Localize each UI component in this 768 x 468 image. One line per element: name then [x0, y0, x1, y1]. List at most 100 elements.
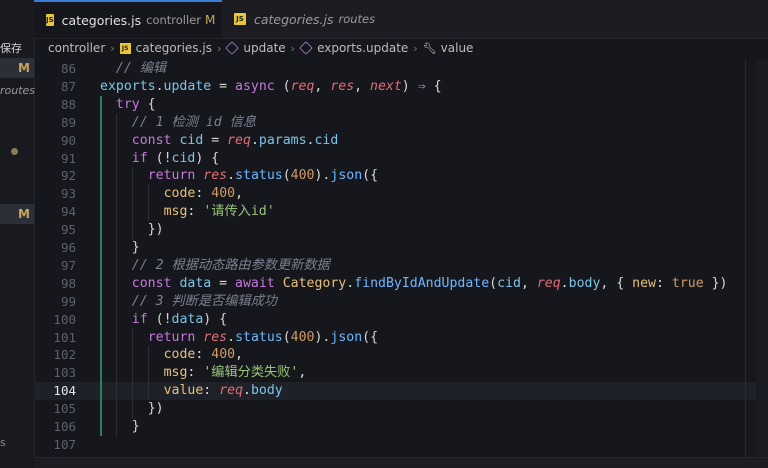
breadcrumb-item-symbol[interactable]: update	[243, 41, 285, 55]
code-line[interactable]: 95})	[34, 221, 768, 239]
code-token: ,	[354, 78, 371, 94]
line-number: 97	[60, 257, 76, 273]
code-token: .	[560, 275, 569, 291]
indent-guide	[115, 113, 117, 436]
code-token: json	[330, 168, 363, 184]
code-line[interactable]: 100 if (!data) {	[34, 311, 768, 329]
code-text: return res.status(400).json({	[148, 167, 378, 185]
minimap-divider	[745, 60, 746, 460]
code-token: // 1 检测 id 信息	[131, 114, 257, 130]
code-token: return	[147, 168, 196, 184]
symbol-cube-icon	[225, 41, 240, 55]
code-token: req	[536, 275, 561, 291]
code-token: req	[290, 78, 315, 94]
breadcrumb-item-property[interactable]: value	[441, 41, 474, 55]
chevron-right-icon: ›	[413, 41, 418, 55]
code-token: {	[139, 96, 156, 112]
code-line[interactable]: 92 return res.status(400).json({	[34, 167, 768, 185]
code-token: req	[227, 132, 251, 148]
code-line[interactable]: 106}	[34, 418, 768, 436]
horizontal-scrollbar[interactable]	[34, 457, 768, 468]
code-token: findByIdAndUpdate	[354, 275, 490, 291]
code-token: body	[250, 383, 283, 399]
line-number: 100	[53, 311, 76, 327]
line-number: 90	[60, 132, 76, 148]
code-line[interactable]: 102 code: 400,	[34, 346, 768, 364]
code-token: ,	[520, 275, 537, 291]
code-line[interactable]: 88 try {	[34, 96, 768, 114]
code-token: cid	[497, 275, 521, 291]
code-token: if	[131, 150, 148, 166]
code-token: ({	[362, 329, 379, 345]
breadcrumb-item-folder[interactable]: controller	[48, 41, 105, 55]
line-number: 104	[53, 383, 76, 399]
code-token: (!	[147, 311, 172, 327]
code-line[interactable]: 103 msg: '编辑分类失败',	[34, 364, 768, 382]
code-token: (!	[147, 150, 172, 166]
sidebar-file-row-2[interactable]: M	[0, 204, 34, 224]
code-token: update	[163, 78, 212, 94]
code-text: const data = await Category.findByIdAndU…	[132, 275, 728, 293]
code-line[interactable]: 96}	[34, 239, 768, 257]
code-line[interactable]: 97 // 2 根据动态路由参数更新数据	[34, 257, 768, 275]
code-line[interactable]: 101 return res.status(400).json({	[34, 329, 768, 347]
code-token: return	[147, 329, 196, 345]
code-token: status	[235, 329, 283, 345]
code-line[interactable]: 91 if (!cid) {	[34, 150, 768, 168]
code-text: if (!cid) {	[132, 150, 219, 168]
code-token: :	[195, 347, 212, 363]
tab-categories-controller[interactable]: JS categories.js controller M	[34, 0, 222, 38]
code-token: status	[235, 168, 283, 184]
code-line[interactable]: 99 // 3 判断是否编辑成功	[34, 293, 768, 311]
code-token: value	[163, 383, 204, 399]
code-token: 400	[290, 329, 315, 345]
vertical-scrollbar[interactable]	[756, 60, 768, 458]
tab-name: categories.js	[61, 12, 142, 28]
code-text: value: req.body	[164, 382, 283, 400]
line-number: 105	[53, 401, 76, 417]
code-line[interactable]: 87 exports.update = async (req, res, next…	[34, 78, 768, 96]
code-line[interactable]: 98 const data = await Category.findByIdAn…	[34, 275, 768, 293]
tab-categories-routes[interactable]: JS categories.js routes	[222, 0, 412, 38]
code-line[interactable]: 105})	[34, 400, 768, 418]
code-token: next	[370, 78, 402, 94]
code-token: :	[203, 383, 220, 399]
code-token: 400	[290, 168, 315, 184]
code-token: =	[203, 132, 228, 148]
code-line[interactable]: 104 value: req.body	[34, 382, 768, 401]
code-token: ,	[235, 347, 244, 363]
code-text: code: 400,	[164, 346, 243, 364]
code-text: code: 400,	[164, 185, 243, 203]
explorer-sidebar: 保存 M routes M s	[0, 0, 35, 468]
code-text: exports.update = async (req, res, next) …	[100, 78, 442, 96]
code-token: code	[163, 186, 196, 202]
code-token: ,	[314, 78, 331, 94]
editor-tab-bar: JS categories.js controller M JS categor…	[34, 0, 768, 39]
breadcrumb-item-file[interactable]: categories.js	[136, 41, 212, 55]
code-token: res	[203, 329, 228, 345]
code-editor[interactable]: 86// 编辑 87 exports.update = async (req, re…	[34, 60, 768, 458]
code-token: }	[131, 419, 140, 434]
line-number: 87	[60, 78, 76, 94]
indent-guide	[131, 167, 133, 239]
code-token: res	[203, 168, 228, 184]
code-line[interactable]: 94 msg: '请传入id'	[34, 203, 768, 221]
code-token: })	[147, 401, 164, 417]
code-text: if (!data) {	[132, 311, 227, 329]
indent-guide	[147, 185, 149, 222]
code-token: ) {	[195, 150, 220, 166]
code-line[interactable]: 107	[34, 436, 768, 454]
sidebar-file-row[interactable]: M	[0, 58, 34, 78]
code-token: data	[171, 311, 204, 327]
code-line[interactable]: 93 code: 400,	[34, 185, 768, 203]
code-line[interactable]: 90 const cid = req.params.cid	[34, 132, 768, 150]
code-line[interactable]: 89 // 1 检测 id 信息	[34, 114, 768, 132]
code-token: :	[187, 365, 204, 381]
line-number: 98	[60, 275, 76, 291]
sidebar-label-bottom: s	[0, 436, 6, 449]
breadcrumb-item-symbol[interactable]: exports.update	[317, 41, 408, 55]
tab-folder: controller	[146, 13, 202, 27]
code-line[interactable]: 86 // 编辑	[34, 60, 768, 78]
javascript-file-icon: JS	[46, 14, 54, 26]
code-token: })	[147, 222, 164, 238]
